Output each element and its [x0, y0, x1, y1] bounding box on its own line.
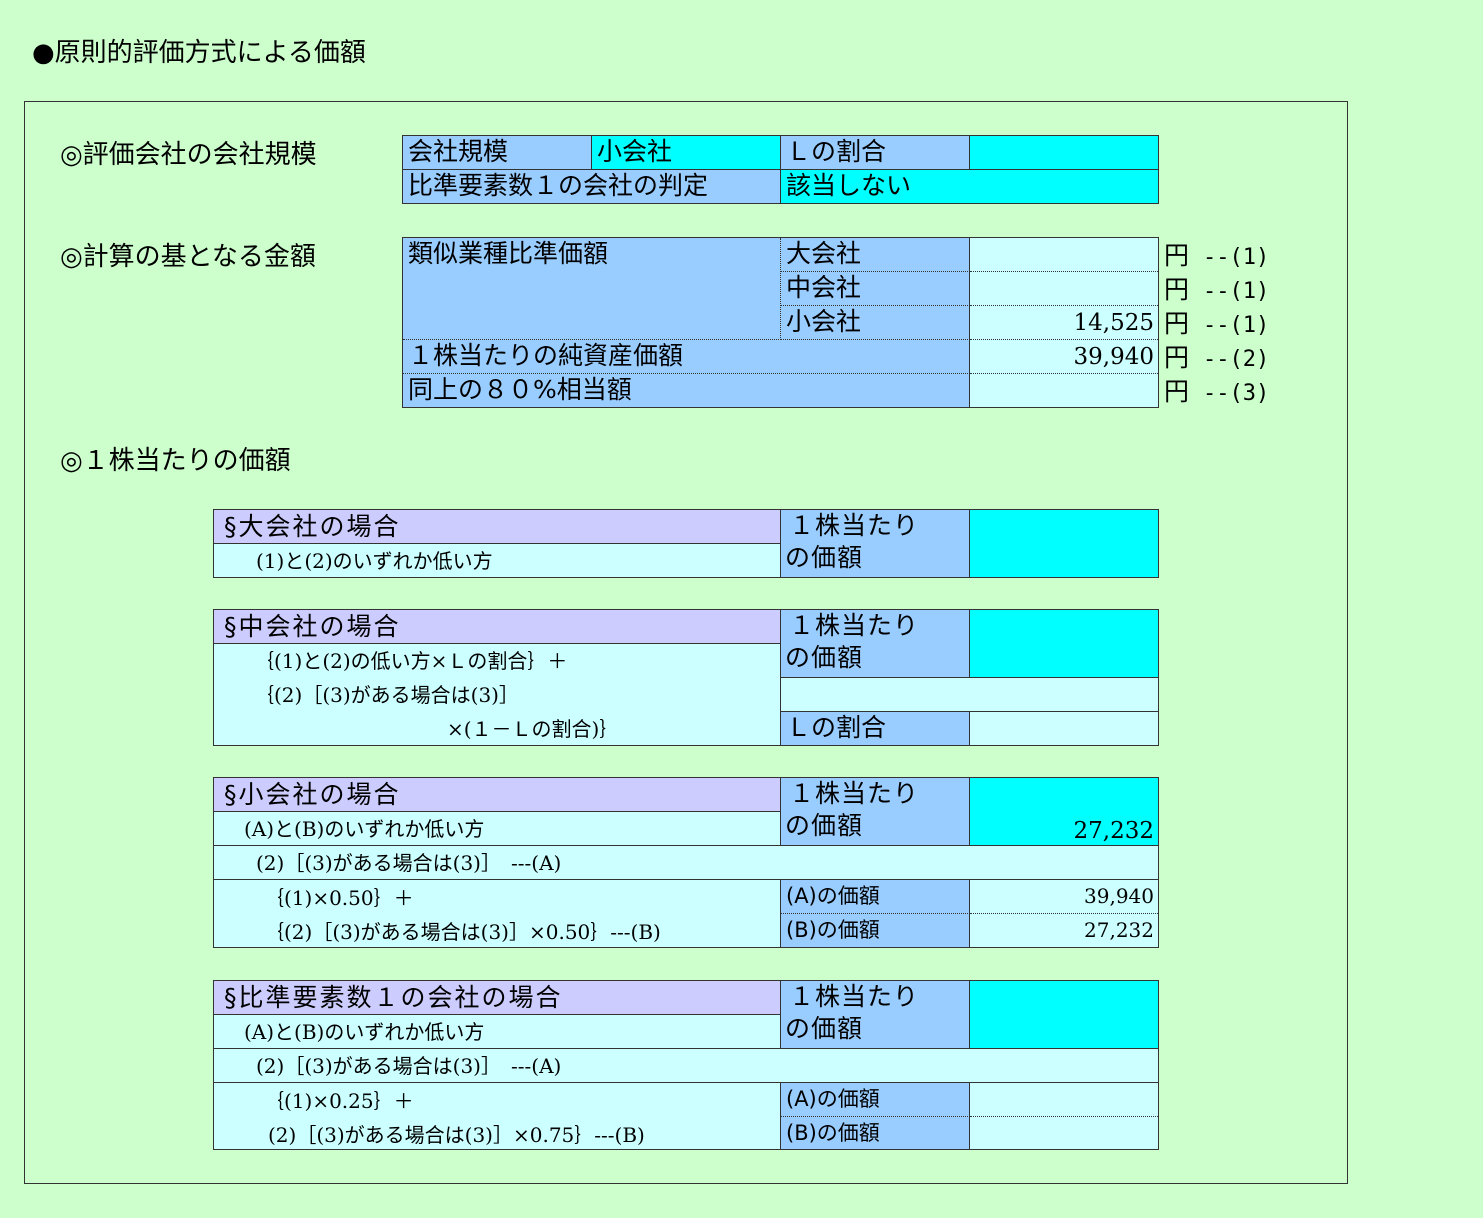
page-title: ●原則的評価方式による価額 — [32, 38, 366, 68]
medium-formula-line1: ｛(1)と(2)の低い方×Ｌの割合｝＋ — [254, 649, 568, 673]
small-company-main-formula-cell: (A)と(B)のいずれか低い方 — [214, 812, 781, 846]
eighty-percent-value[interactable] — [970, 374, 1158, 407]
unit-row-net-asset: 円 --(2) — [1164, 341, 1269, 377]
yen-unit: 円 — [1164, 377, 1190, 406]
yen-unit: 円 — [1164, 275, 1190, 304]
unit-row-small: 円 --(1) — [1164, 307, 1269, 343]
medium-formula-line3: ×(１－Ｌの割合)｝ — [447, 717, 620, 741]
small-company-formula-rows: ｛(1)×0.50｝＋ ｛(2)［(3)がある場合は(3)］×0.50｝---(… — [214, 880, 781, 947]
large-company-formula: (1)と(2)のいずれか低い方 — [256, 549, 493, 573]
medium-company-spacer — [781, 678, 1158, 712]
small-company-price-value[interactable]: 27,232 — [970, 778, 1158, 846]
l-ratio-value[interactable] — [970, 136, 1158, 170]
ratio1-b-value[interactable] — [970, 1117, 1158, 1149]
eighty-percent-label: 同上の８０%相当額 — [403, 374, 970, 407]
ratio1-a-label: (A)の価額 — [781, 1083, 970, 1117]
company-size-label: 会社規模 — [403, 136, 592, 170]
price-label-line1: １株当たり — [789, 511, 920, 540]
ratio1-judgement-label: 比準要素数１の会社の判定 — [403, 170, 781, 203]
price-label-line1: １株当たり — [789, 611, 920, 640]
medium-company-price-label: １株当たり の価額 — [781, 610, 970, 678]
ratio1-formula-rows: ｛(1)×0.25｝＋ (2)［(3)がある場合は(3)］×0.75｝---(B… — [214, 1083, 781, 1149]
medium-company-value[interactable] — [970, 272, 1158, 306]
similar-industry-label: 類似業種比準価額 — [403, 238, 781, 340]
ratio1-company-price-label: １株当たり の価額 — [781, 981, 970, 1049]
small-company-table: §小会社の場合 (A)と(B)のいずれか低い方 １株当たり の価額 27,232… — [213, 777, 1159, 948]
ratio1-formula-line2: ｛(1)×0.25｝＋ — [264, 1089, 414, 1113]
price-label-line2: の価額 — [785, 1014, 864, 1043]
ref-1: --(1) — [1203, 245, 1270, 270]
ref-1: --(1) — [1203, 313, 1270, 338]
medium-company-label: 中会社 — [781, 272, 970, 306]
small-a-value[interactable]: 39,940 — [970, 880, 1158, 914]
ratio1-company-price-value[interactable] — [970, 981, 1158, 1049]
small-company-price-label: １株当たり の価額 — [781, 778, 970, 846]
base-amount-heading: ◎計算の基となる金額 — [60, 242, 316, 272]
l-ratio-label: Ｌの割合 — [781, 136, 970, 170]
small-main-formula: (A)と(B)のいずれか低い方 — [244, 817, 485, 841]
ratio1-formula-line3: (2)［(3)がある場合は(3)］×0.75｝---(B) — [268, 1123, 645, 1147]
small-formula-line2: ｛(1)×0.50｝＋ — [264, 886, 414, 910]
yen-unit: 円 — [1164, 343, 1190, 372]
yen-unit: 円 — [1164, 309, 1190, 338]
large-company-table: §大会社の場合 (1)と(2)のいずれか低い方 １株当たり の価額 — [213, 509, 1159, 578]
yen-unit: 円 — [1164, 241, 1190, 270]
price-label-line2: の価額 — [785, 643, 864, 672]
ref-2: --(2) — [1203, 347, 1270, 372]
small-company-formula-row1: (2)［(3)がある場合は(3)］ ---(A) — [214, 846, 1158, 880]
company-size-value[interactable]: 小会社 — [592, 136, 781, 170]
unit-row-large: 円 --(1) — [1164, 239, 1269, 275]
net-asset-value[interactable]: 39,940 — [970, 340, 1158, 374]
price-label-line2: の価額 — [785, 811, 864, 840]
ref-3: --(3) — [1203, 381, 1270, 406]
small-b-label: (B)の価額 — [781, 914, 970, 947]
medium-company-table: §中会社の場合 ｛(1)と(2)の低い方×Ｌの割合｝＋ ｛(2)［(3)がある場… — [213, 609, 1159, 746]
small-company-label: 小会社 — [781, 306, 970, 340]
medium-company-formula-cell: ｛(1)と(2)の低い方×Ｌの割合｝＋ ｛(2)［(3)がある場合は(3)］ ×… — [214, 644, 781, 745]
small-formula-line3: ｛(2)［(3)がある場合は(3)］×0.50｝---(B) — [264, 920, 661, 944]
small-company-value[interactable]: 14,525 — [970, 306, 1158, 340]
large-company-title: §大会社の場合 — [214, 510, 781, 544]
base-amount-table: 類似業種比準価額 大会社 中会社 小会社 14,525 １株当たりの純資産価額 … — [402, 237, 1159, 408]
ratio1-main-formula: (A)と(B)のいずれか低い方 — [244, 1020, 485, 1044]
per-share-heading: ◎１株当たりの価額 — [60, 446, 291, 476]
large-company-formula-cell: (1)と(2)のいずれか低い方 — [214, 544, 781, 577]
company-size-table: 会社規模 小会社 Ｌの割合 比準要素数１の会社の判定 該当しない — [402, 135, 1159, 204]
medium-l-ratio-label: Ｌの割合 — [781, 712, 970, 745]
ratio1-a-value[interactable] — [970, 1083, 1158, 1117]
medium-l-ratio-value[interactable] — [970, 712, 1158, 745]
large-company-value[interactable] — [970, 238, 1158, 272]
ratio1-formula-line1: (2)［(3)がある場合は(3)］ ---(A) — [256, 1054, 562, 1078]
unit-row-medium: 円 --(1) — [1164, 273, 1269, 309]
medium-company-title: §中会社の場合 — [214, 610, 781, 644]
medium-formula-line2: ｛(2)［(3)がある場合は(3)］ — [254, 683, 519, 707]
large-company-price-value[interactable] — [970, 510, 1158, 577]
ratio1-company-table: §比準要素数１の会社の場合 (A)と(B)のいずれか低い方 １株当たり の価額 … — [213, 980, 1159, 1150]
large-company-label: 大会社 — [781, 238, 970, 272]
price-label-line1: １株当たり — [789, 779, 920, 808]
net-asset-label: １株当たりの純資産価額 — [403, 340, 970, 374]
large-company-price-label: １株当たり の価額 — [781, 510, 970, 577]
small-b-value[interactable]: 27,232 — [970, 914, 1158, 947]
small-a-label: (A)の価額 — [781, 880, 970, 914]
ratio1-main-formula-cell: (A)と(B)のいずれか低い方 — [214, 1015, 781, 1049]
ratio1-judgement-value[interactable]: 該当しない — [781, 170, 1158, 203]
price-label-line2: の価額 — [785, 543, 864, 572]
small-company-title: §小会社の場合 — [214, 778, 781, 812]
ref-1: --(1) — [1203, 279, 1270, 304]
medium-company-price-value[interactable] — [970, 610, 1158, 678]
ratio1-company-title: §比準要素数１の会社の場合 — [214, 981, 781, 1015]
ratio1-b-label: (B)の価額 — [781, 1117, 970, 1149]
company-size-heading: ◎評価会社の会社規模 — [60, 140, 317, 170]
unit-row-eighty: 円 --(3) — [1164, 375, 1269, 411]
ratio1-formula-row1: (2)［(3)がある場合は(3)］ ---(A) — [214, 1049, 1158, 1083]
price-label-line1: １株当たり — [789, 982, 920, 1011]
small-formula-line1: (2)［(3)がある場合は(3)］ ---(A) — [256, 851, 562, 875]
